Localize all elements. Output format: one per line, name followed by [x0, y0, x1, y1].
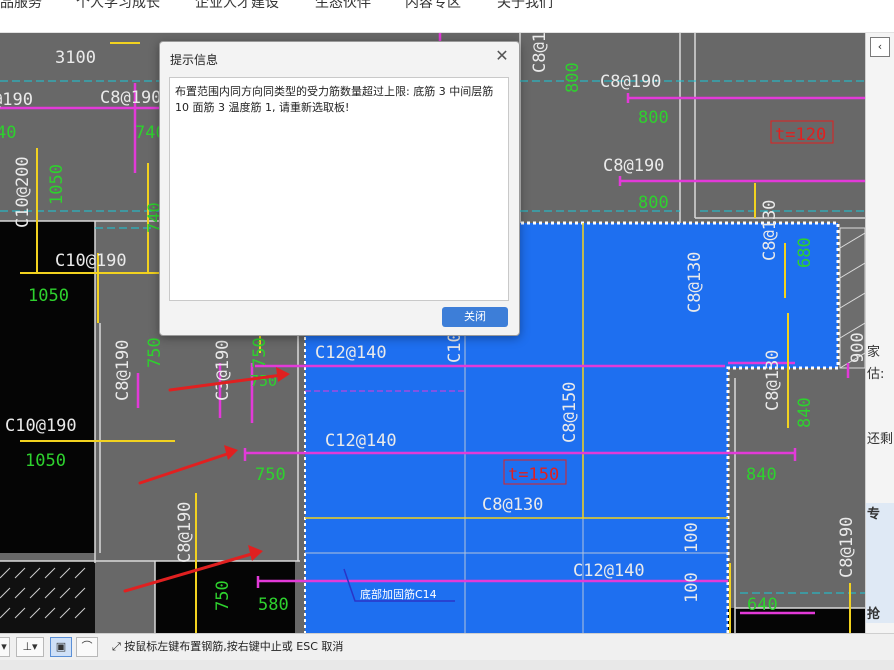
- nav-item-products[interactable]: 品服务: [0, 0, 42, 12]
- panel-text-3: 还剩: [867, 432, 894, 447]
- panel-text-4: 专: [867, 507, 881, 522]
- resize-arrow-icon: ⤢: [112, 640, 125, 653]
- nav-item-ecosystem[interactable]: 生态伙伴: [315, 0, 371, 12]
- label-840-a: 840: [795, 397, 815, 428]
- label-100-a: 100: [682, 522, 702, 553]
- right-side-panel: ‹ 家 估: 还剩 专 抢: [865, 33, 894, 633]
- label-840-b: 840: [746, 465, 777, 485]
- label-1050-c: 1050: [25, 451, 66, 471]
- label-c8-190-v1: C8@190: [113, 340, 133, 401]
- label-c8-130-b: C8@130: [760, 200, 780, 261]
- dialog-message-box: 布置范围内同方向同类型的受力筋数量超过上限: 底筋 3 中间层筋 10 面筋 3…: [169, 77, 509, 301]
- label-c8-190-a: C8@190: [100, 88, 161, 108]
- label-640: 640: [747, 595, 778, 615]
- label-c8-130-a: C8@130: [482, 495, 543, 515]
- nav-item-personal[interactable]: 个人学习成长: [76, 0, 160, 12]
- label-c12-140-c: C12@140: [573, 561, 645, 581]
- label-c8-130-c: C8@130: [763, 350, 783, 411]
- label-c12-140-a: C12@140: [315, 343, 387, 363]
- label-c8-190-b: C8@190: [600, 72, 661, 92]
- label-c8-190-left: @190: [0, 90, 33, 110]
- label-c10-190-b: C10@190: [5, 416, 77, 436]
- status-hint: ⤢ 按鼠标左键布置钢筋,按右键中止或 ESC 取消: [112, 638, 343, 654]
- nav-item-content[interactable]: 内容专区: [405, 0, 461, 12]
- label-c12-140-b: C12@140: [325, 431, 397, 451]
- select-tool-button[interactable]: ▣: [50, 637, 72, 657]
- label-c10-190-a: C10@190: [55, 251, 127, 271]
- label-100-b: 100: [682, 572, 702, 603]
- label-c8-190-v2: C8@190: [175, 502, 195, 563]
- label-680: 680: [795, 237, 815, 268]
- label-750-d: 750: [213, 580, 233, 611]
- label-1050-b: 1050: [28, 286, 69, 306]
- label-750-v2: 750: [250, 337, 270, 368]
- label-bottom-rebar-note: 底部加固筋C14: [360, 587, 437, 601]
- top-navigation: 品服务 个人学习成长 企业人才建设 生态伙伴 内容专区 关于我们: [0, 0, 894, 33]
- label-800-b: 800: [638, 193, 669, 213]
- close-icon[interactable]: ✕: [493, 47, 511, 65]
- label-3100: 3100: [55, 48, 96, 68]
- status-bar: ▾ ⊥▾ ▣ ⌒ ⤢ 按鼠标左键布置钢筋,按右键中止或 ESC 取消: [0, 633, 894, 660]
- label-800-a: 800: [638, 108, 669, 128]
- bottom-strip: [0, 660, 894, 670]
- dropdown-arrow-button[interactable]: ▾: [0, 637, 10, 657]
- snap-mode-button[interactable]: ⊥▾: [16, 637, 44, 657]
- panel-text-2: 估:: [867, 367, 885, 382]
- label-c8-190-c: C8@190: [603, 156, 664, 176]
- label-580: 580: [258, 595, 289, 615]
- label-c8-190-top: C8@190: [530, 33, 550, 73]
- label-1050-a: 1050: [47, 164, 67, 205]
- label-c8-130-v: C8@130: [685, 252, 705, 313]
- label-40: 40: [0, 123, 16, 143]
- label-800-c: 800: [563, 62, 583, 93]
- panel-promo-card[interactable]: 专 抢: [866, 503, 894, 623]
- status-hint-text: 按鼠标左键布置钢筋,按右键中止或 ESC 取消: [124, 640, 344, 653]
- label-c3-190: C3@190: [213, 340, 233, 401]
- label-c10-top: C10: [445, 332, 465, 363]
- label-750-c: 750: [255, 465, 286, 485]
- label-c8-150: C8@150: [560, 382, 580, 443]
- label-t150: t=150: [508, 465, 559, 485]
- arc-tool-button[interactable]: ⌒: [76, 637, 98, 657]
- dialog-message: 布置范围内同方向同类型的受力筋数量超过上限: 底筋 3 中间层筋 10 面筋 3…: [175, 85, 494, 114]
- collapse-panel-button[interactable]: ‹: [870, 37, 890, 57]
- dialog-title: 提示信息: [170, 53, 219, 67]
- panel-text-5: 抢: [867, 607, 881, 622]
- nav-item-enterprise[interactable]: 企业人才建设: [195, 0, 279, 12]
- label-750-a: 750: [145, 337, 165, 368]
- info-dialog: 提示信息 ✕ 布置范围内同方向同类型的受力筋数量超过上限: 底筋 3 中间层筋 …: [159, 41, 520, 336]
- nav-item-about[interactable]: 关于我们: [497, 0, 553, 12]
- panel-text-1: 家: [867, 345, 881, 360]
- dialog-close-button[interactable]: 关闭: [442, 307, 508, 327]
- label-900: 900: [848, 332, 865, 363]
- label-t120: t=120: [775, 125, 826, 145]
- label-c8-190-right: C8@190: [837, 517, 857, 578]
- label-c10-200: C10@200: [13, 156, 33, 228]
